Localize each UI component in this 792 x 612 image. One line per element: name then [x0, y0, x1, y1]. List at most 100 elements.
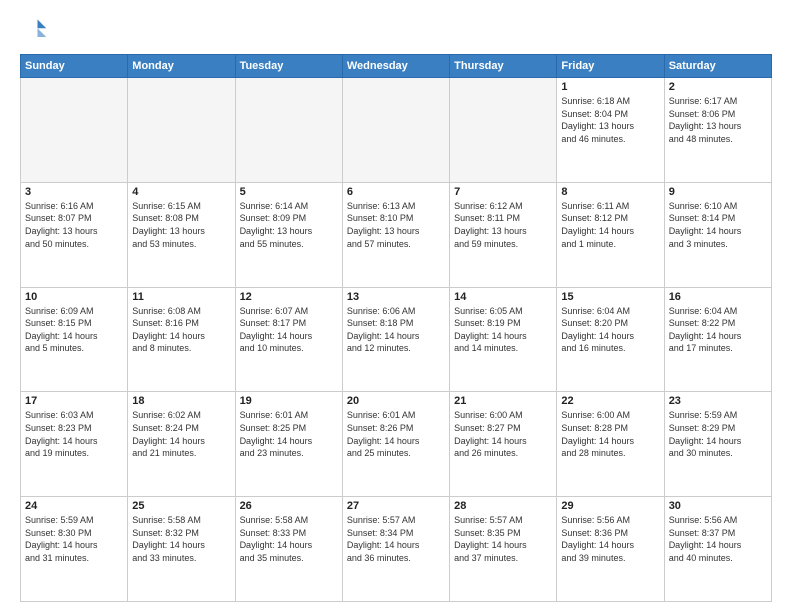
day-number: 28 [454, 500, 552, 512]
day-info: Sunrise: 6:00 AM Sunset: 8:27 PM Dayligh… [454, 409, 552, 459]
day-info: Sunrise: 6:03 AM Sunset: 8:23 PM Dayligh… [25, 409, 123, 459]
calendar-cell: 22Sunrise: 6:00 AM Sunset: 8:28 PM Dayli… [557, 392, 664, 497]
day-number: 29 [561, 500, 659, 512]
day-number: 7 [454, 186, 552, 198]
calendar-cell [21, 78, 128, 183]
day-info: Sunrise: 5:56 AM Sunset: 8:36 PM Dayligh… [561, 514, 659, 564]
calendar-cell: 9Sunrise: 6:10 AM Sunset: 8:14 PM Daylig… [664, 182, 771, 287]
day-number: 23 [669, 395, 767, 407]
page: SundayMondayTuesdayWednesdayThursdayFrid… [0, 0, 792, 612]
calendar-cell [235, 78, 342, 183]
calendar-cell: 5 Sunrise: 6:14 AM Sunset: 8:09 PM Daylig… [235, 182, 342, 287]
calendar-cell: 30 Sunrise: 5:56 AM Sunset: 8:37 PM Dayli… [664, 497, 771, 602]
calendar-week-1: 1 Sunrise: 6:18 AM Sunset: 8:04 PM Daylig… [21, 78, 772, 183]
calendar-cell: 7 Sunrise: 6:12 AM Sunset: 8:11 PM Daylig… [450, 182, 557, 287]
day-number: 24 [25, 500, 123, 512]
day-number: 30 [669, 500, 767, 512]
day-info: Sunrise: 6:14 AM Sunset: 8:09 PM Dayligh… [240, 200, 338, 250]
calendar-header-saturday: Saturday [664, 55, 771, 78]
calendar-cell [450, 78, 557, 183]
calendar-week-5: 24 Sunrise: 5:59 AM Sunset: 8:30 PM Dayli… [21, 497, 772, 602]
calendar-cell: 27 Sunrise: 5:57 AM Sunset: 8:34 PM Dayli… [342, 497, 449, 602]
calendar-cell: 28Sunrise: 5:57 AM Sunset: 8:35 PM Dayli… [450, 497, 557, 602]
day-number: 4 [132, 186, 230, 198]
day-number: 16 [669, 291, 767, 303]
calendar-week-2: 3 Sunrise: 6:16 AM Sunset: 8:07 PM Daylig… [21, 182, 772, 287]
day-info: Sunrise: 5:58 AM Sunset: 8:32 PM Dayligh… [132, 514, 230, 564]
calendar-cell: 19 Sunrise: 6:01 AM Sunset: 8:25 PM Dayli… [235, 392, 342, 497]
calendar-cell: 8 Sunrise: 6:11 AM Sunset: 8:12 PM Daylig… [557, 182, 664, 287]
calendar-header-sunday: Sunday [21, 55, 128, 78]
day-info: Sunrise: 6:05 AM Sunset: 8:19 PM Dayligh… [454, 305, 552, 355]
day-number: 22 [561, 395, 659, 407]
day-number: 2 [669, 81, 767, 93]
day-info: Sunrise: 6:08 AM Sunset: 8:16 PM Dayligh… [132, 305, 230, 355]
day-info: Sunrise: 5:58 AM Sunset: 8:33 PM Dayligh… [240, 514, 338, 564]
calendar-cell: 21 Sunrise: 6:00 AM Sunset: 8:27 PM Dayli… [450, 392, 557, 497]
calendar-cell: 13 Sunrise: 6:06 AM Sunset: 8:18 PM Dayli… [342, 287, 449, 392]
calendar-table: SundayMondayTuesdayWednesdayThursdayFrid… [20, 54, 772, 602]
day-info: Sunrise: 6:07 AM Sunset: 8:17 PM Dayligh… [240, 305, 338, 355]
calendar-cell: 23 Sunrise: 5:59 AM Sunset: 8:29 PM Dayli… [664, 392, 771, 497]
day-info: Sunrise: 6:01 AM Sunset: 8:25 PM Dayligh… [240, 409, 338, 459]
calendar-cell: 12 Sunrise: 6:07 AM Sunset: 8:17 PM Dayli… [235, 287, 342, 392]
day-number: 26 [240, 500, 338, 512]
day-info: Sunrise: 6:06 AM Sunset: 8:18 PM Dayligh… [347, 305, 445, 355]
day-number: 8 [561, 186, 659, 198]
day-info: Sunrise: 6:16 AM Sunset: 8:07 PM Dayligh… [25, 200, 123, 250]
day-info: Sunrise: 6:18 AM Sunset: 8:04 PM Dayligh… [561, 95, 659, 145]
day-number: 5 [240, 186, 338, 198]
calendar-cell: 4 Sunrise: 6:15 AM Sunset: 8:08 PM Daylig… [128, 182, 235, 287]
calendar-cell: 3 Sunrise: 6:16 AM Sunset: 8:07 PM Daylig… [21, 182, 128, 287]
calendar-header-row: SundayMondayTuesdayWednesdayThursdayFrid… [21, 55, 772, 78]
day-info: Sunrise: 6:01 AM Sunset: 8:26 PM Dayligh… [347, 409, 445, 459]
day-number: 20 [347, 395, 445, 407]
calendar-cell [342, 78, 449, 183]
day-info: Sunrise: 5:59 AM Sunset: 8:29 PM Dayligh… [669, 409, 767, 459]
day-info: Sunrise: 6:15 AM Sunset: 8:08 PM Dayligh… [132, 200, 230, 250]
day-info: Sunrise: 6:12 AM Sunset: 8:11 PM Dayligh… [454, 200, 552, 250]
day-info: Sunrise: 6:04 AM Sunset: 8:22 PM Dayligh… [669, 305, 767, 355]
calendar-cell: 14 Sunrise: 6:05 AM Sunset: 8:19 PM Dayli… [450, 287, 557, 392]
day-number: 18 [132, 395, 230, 407]
day-number: 21 [454, 395, 552, 407]
day-number: 17 [25, 395, 123, 407]
day-number: 1 [561, 81, 659, 93]
calendar-header-thursday: Thursday [450, 55, 557, 78]
day-number: 14 [454, 291, 552, 303]
calendar-cell: 11Sunrise: 6:08 AM Sunset: 8:16 PM Dayli… [128, 287, 235, 392]
calendar-cell: 26 Sunrise: 5:58 AM Sunset: 8:33 PM Dayli… [235, 497, 342, 602]
header [20, 16, 772, 44]
day-info: Sunrise: 5:57 AM Sunset: 8:34 PM Dayligh… [347, 514, 445, 564]
day-number: 6 [347, 186, 445, 198]
calendar-header-monday: Monday [128, 55, 235, 78]
day-info: Sunrise: 6:13 AM Sunset: 8:10 PM Dayligh… [347, 200, 445, 250]
day-number: 13 [347, 291, 445, 303]
day-number: 3 [25, 186, 123, 198]
calendar-cell: 1 Sunrise: 6:18 AM Sunset: 8:04 PM Daylig… [557, 78, 664, 183]
calendar-cell: 20 Sunrise: 6:01 AM Sunset: 8:26 PM Dayli… [342, 392, 449, 497]
calendar-week-3: 10 Sunrise: 6:09 AM Sunset: 8:15 PM Dayli… [21, 287, 772, 392]
calendar-cell: 15Sunrise: 6:04 AM Sunset: 8:20 PM Dayli… [557, 287, 664, 392]
calendar-cell: 18 Sunrise: 6:02 AM Sunset: 8:24 PM Dayli… [128, 392, 235, 497]
day-info: Sunrise: 6:02 AM Sunset: 8:24 PM Dayligh… [132, 409, 230, 459]
day-number: 27 [347, 500, 445, 512]
day-info: Sunrise: 6:09 AM Sunset: 8:15 PM Dayligh… [25, 305, 123, 355]
calendar-header-wednesday: Wednesday [342, 55, 449, 78]
calendar-cell: 16 Sunrise: 6:04 AM Sunset: 8:22 PM Dayli… [664, 287, 771, 392]
day-number: 25 [132, 500, 230, 512]
day-info: Sunrise: 6:11 AM Sunset: 8:12 PM Dayligh… [561, 200, 659, 250]
logo [20, 16, 52, 44]
day-number: 19 [240, 395, 338, 407]
calendar-header-tuesday: Tuesday [235, 55, 342, 78]
calendar-cell: 25 Sunrise: 5:58 AM Sunset: 8:32 PM Dayli… [128, 497, 235, 602]
day-number: 10 [25, 291, 123, 303]
day-number: 12 [240, 291, 338, 303]
day-info: Sunrise: 5:59 AM Sunset: 8:30 PM Dayligh… [25, 514, 123, 564]
calendar-header-friday: Friday [557, 55, 664, 78]
calendar-week-4: 17 Sunrise: 6:03 AM Sunset: 8:23 PM Dayli… [21, 392, 772, 497]
day-info: Sunrise: 5:56 AM Sunset: 8:37 PM Dayligh… [669, 514, 767, 564]
calendar-cell: 2 Sunrise: 6:17 AM Sunset: 8:06 PM Daylig… [664, 78, 771, 183]
day-info: Sunrise: 6:04 AM Sunset: 8:20 PM Dayligh… [561, 305, 659, 355]
day-info: Sunrise: 6:17 AM Sunset: 8:06 PM Dayligh… [669, 95, 767, 145]
